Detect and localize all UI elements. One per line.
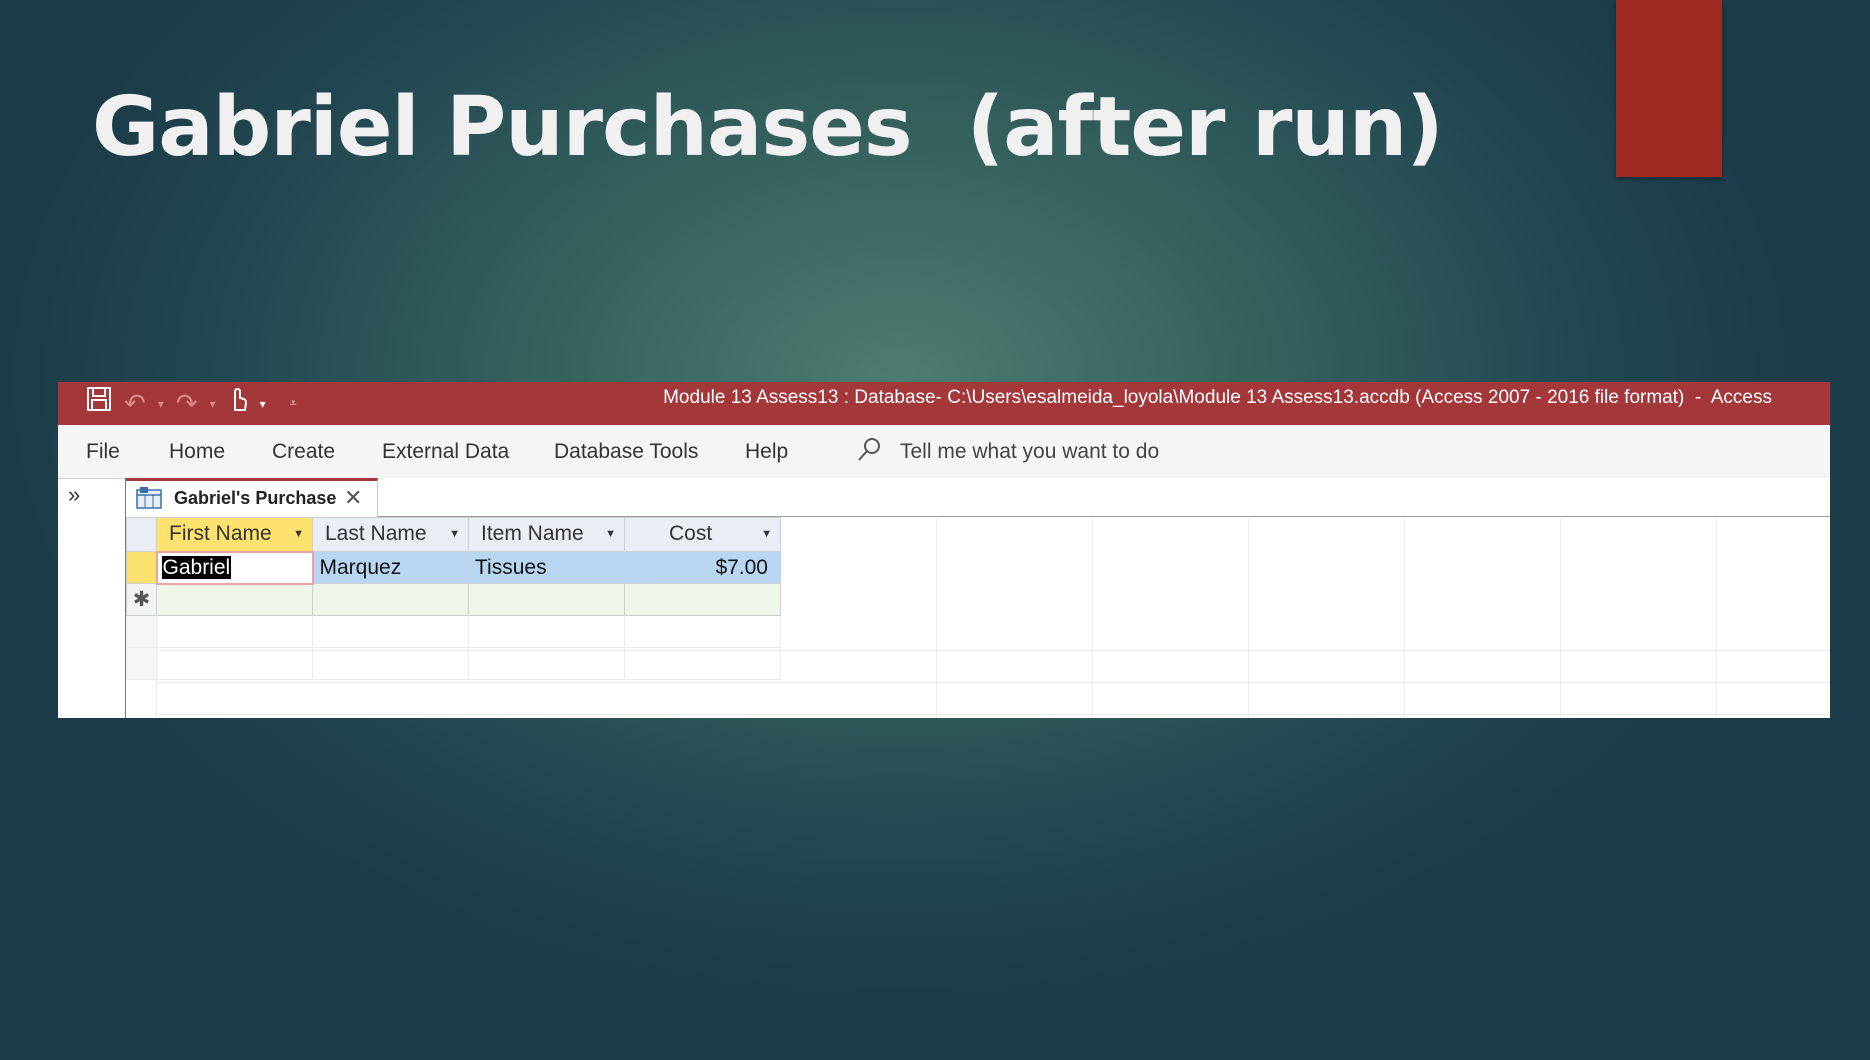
empty-row bbox=[126, 647, 781, 680]
grid-line bbox=[156, 714, 1830, 715]
column-header-item-name[interactable]: Item Name ▼ bbox=[468, 517, 625, 552]
column-label: Cost bbox=[669, 522, 713, 545]
document-tab[interactable]: Gabriel's Purchase ✕ bbox=[126, 478, 378, 517]
ribbon: File Home Create External Data Database … bbox=[58, 425, 1830, 479]
cell-item-name[interactable]: Tissues bbox=[468, 551, 625, 584]
redo-icon[interactable]: ↷ bbox=[176, 382, 198, 425]
tab-external-data[interactable]: External Data bbox=[382, 425, 509, 478]
column-header-last-name[interactable]: Last Name ▼ bbox=[312, 517, 469, 552]
nav-pane-expand-icon[interactable]: » bbox=[68, 480, 80, 510]
grid-line bbox=[1716, 517, 1717, 718]
new-record-row: ✱ bbox=[126, 583, 781, 616]
undo-dropdown-icon[interactable]: ▾ bbox=[158, 397, 164, 411]
touch-dropdown-icon[interactable]: ▾ bbox=[260, 397, 266, 411]
empty-row bbox=[126, 615, 781, 648]
grid-line bbox=[936, 517, 937, 718]
new-cell-item-name[interactable] bbox=[468, 583, 625, 616]
touch-mode-icon[interactable] bbox=[228, 382, 248, 425]
chevron-down-icon[interactable]: ▼ bbox=[761, 519, 772, 551]
redo-dropdown-icon[interactable]: ▾ bbox=[210, 397, 216, 411]
save-icon[interactable] bbox=[86, 382, 112, 425]
tab-help[interactable]: Help bbox=[745, 425, 788, 478]
column-label: First Name bbox=[169, 522, 272, 545]
new-cell-first-name[interactable] bbox=[156, 583, 313, 616]
column-label: Last Name bbox=[325, 522, 427, 545]
empty-cell bbox=[312, 647, 469, 680]
empty-cell bbox=[624, 647, 781, 680]
tell-me-search[interactable]: Tell me what you want to do bbox=[900, 425, 1159, 478]
empty-cell bbox=[468, 615, 625, 648]
chevron-down-icon[interactable]: ▼ bbox=[449, 519, 460, 551]
column-label: Item Name bbox=[481, 522, 584, 545]
customize-icon[interactable]: ⩡ bbox=[290, 396, 297, 411]
cell-last-name[interactable]: Marquez bbox=[312, 551, 469, 584]
tab-home[interactable]: Home bbox=[169, 425, 225, 478]
chevron-down-icon[interactable]: ▼ bbox=[293, 519, 304, 551]
new-cell-cost[interactable] bbox=[624, 583, 781, 616]
document-tab-label: Gabriel's Purchase bbox=[174, 488, 337, 508]
empty-cell bbox=[156, 615, 313, 648]
header-row: First Name ▼ Last Name ▼ Item Name ▼ Cost ▼ bbox=[126, 517, 781, 552]
grid-line bbox=[1092, 517, 1093, 718]
record-selector[interactable] bbox=[126, 551, 157, 584]
empty-cell bbox=[624, 615, 781, 648]
tab-create[interactable]: Create bbox=[272, 425, 335, 478]
cell-cost[interactable]: $7.00 bbox=[624, 551, 781, 584]
tab-file[interactable]: File bbox=[86, 425, 120, 478]
query-icon bbox=[136, 487, 162, 509]
empty-cell bbox=[468, 647, 625, 680]
column-header-cost[interactable]: Cost ▼ bbox=[624, 517, 781, 552]
slide-title: Gabriel Purchases (after run) bbox=[92, 80, 1444, 175]
datasheet: First Name ▼ Last Name ▼ Item Name ▼ Cost ▼ … bbox=[126, 517, 1830, 718]
datasheet-table: First Name ▼ Last Name ▼ Item Name ▼ Cost ▼ … bbox=[126, 517, 781, 680]
title-bar: ↶ ▾ ↷ ▾ ▾ ⩡ Module 13 Assess13 : Databas… bbox=[58, 382, 1830, 425]
new-cell-last-name[interactable] bbox=[312, 583, 469, 616]
tab-database-tools[interactable]: Database Tools bbox=[554, 425, 698, 478]
new-record-icon[interactable]: ✱ bbox=[126, 583, 157, 616]
table-row: Gabriel Marquez Tissues $7.00 bbox=[126, 550, 781, 585]
window-title: Module 13 Assess13 : Database- C:\Users\… bbox=[663, 387, 1772, 408]
chevron-down-icon[interactable]: ▼ bbox=[605, 519, 616, 551]
select-all-corner[interactable] bbox=[126, 517, 157, 552]
column-header-first-name[interactable]: First Name ▼ bbox=[156, 517, 313, 552]
grid-line bbox=[1404, 517, 1405, 718]
empty-selector bbox=[126, 647, 157, 680]
access-window: ↶ ▾ ↷ ▾ ▾ ⩡ Module 13 Assess13 : Databas… bbox=[58, 382, 1830, 718]
empty-cell bbox=[156, 647, 313, 680]
cell-first-name[interactable]: Gabriel bbox=[155, 550, 314, 585]
accent-bar bbox=[1616, 0, 1722, 177]
quick-access-toolbar: ↶ ▾ ↷ ▾ ▾ ⩡ bbox=[86, 382, 296, 425]
undo-icon[interactable]: ↶ bbox=[124, 382, 146, 425]
document-area: Gabriel's Purchase ✕ First Name ▼ Last N… bbox=[125, 478, 1830, 718]
grid-line bbox=[1560, 517, 1561, 718]
grid-line bbox=[1248, 517, 1249, 718]
empty-selector bbox=[126, 615, 157, 648]
close-icon[interactable]: ✕ bbox=[344, 481, 362, 515]
search-icon[interactable] bbox=[854, 435, 884, 465]
grid-line bbox=[156, 682, 1830, 683]
empty-cell bbox=[312, 615, 469, 648]
cell-text: Gabriel bbox=[161, 555, 232, 579]
